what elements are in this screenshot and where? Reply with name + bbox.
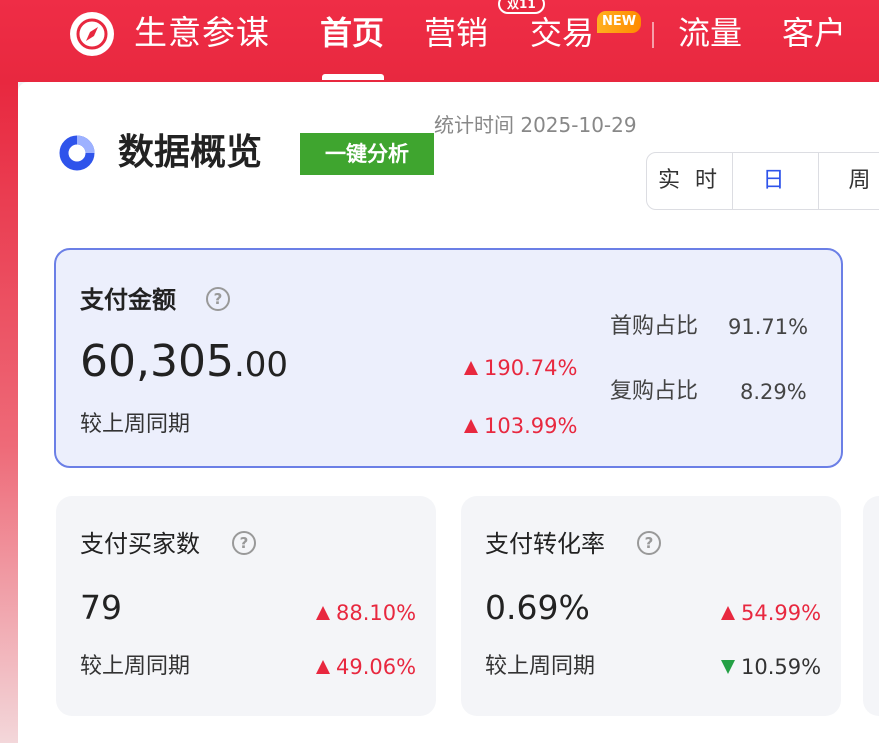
buyers-trend-week: 49.06% (316, 653, 416, 681)
compass-logo-icon (70, 12, 114, 56)
conversion-trend-day: 54.99% (721, 599, 821, 627)
repeat-purchase-value: 8.29% (740, 380, 807, 404)
period-day[interactable]: 日 (733, 153, 819, 209)
conversion-card[interactable]: 支付转化率 ? 0.69% 54.99% 较上周同期 10.59% (461, 496, 841, 716)
conversion-trend-week: 10.59% (721, 653, 821, 681)
one-click-analyze-button[interactable]: 一键分析 (300, 133, 434, 175)
payment-amount-label: 支付金额 (80, 286, 176, 314)
nav-traffic[interactable]: 流量 (678, 10, 742, 56)
buyers-card[interactable]: 支付买家数 ? 79 88.10% 较上周同期 49.06% (56, 496, 436, 716)
top-navigation-bar: 生意参谋 首页 营销 双11 交易 NEW 流量 客户 (0, 0, 879, 82)
trend-up-icon (464, 419, 478, 433)
first-purchase-label: 首购占比 (610, 314, 699, 339)
buyers-label: 支付买家数 (80, 530, 200, 558)
conversion-label: 支付转化率 (485, 530, 605, 558)
nav-customers[interactable]: 客户 (782, 10, 846, 56)
period-selector: 实 时 日 周 (646, 152, 879, 210)
trend-up-icon (464, 361, 478, 375)
buyers-value: 79 (80, 588, 122, 627)
app-name: 生意参谋 (134, 13, 270, 52)
payment-amount-card[interactable]: 支付金额 ? 60,305.00 190.74% 较上周同期 103.99% 首… (54, 248, 843, 468)
left-edge-decoration (0, 82, 18, 743)
data-overview-icon (59, 135, 95, 171)
nav-home[interactable]: 首页 (320, 10, 384, 56)
first-purchase-value: 91.71% (728, 315, 809, 339)
compare-label: 较上周同期 (485, 654, 596, 679)
next-card-edge (863, 496, 879, 716)
help-icon[interactable]: ? (206, 287, 230, 311)
compare-label: 较上周同期 (80, 654, 191, 679)
period-realtime[interactable]: 实 时 (647, 153, 733, 209)
repeat-purchase-label: 复购占比 (610, 379, 699, 404)
period-week[interactable]: 周 (819, 153, 879, 209)
buyers-trend-day: 88.10% (316, 599, 416, 627)
trend-up-icon (316, 660, 330, 674)
new-badge: NEW (597, 11, 642, 33)
help-icon[interactable]: ? (637, 531, 661, 555)
nav-divider (652, 22, 654, 48)
stat-time: 统计时间 2025-10-29 (434, 113, 637, 137)
trend-up-icon (721, 606, 735, 620)
help-icon[interactable]: ? (232, 531, 256, 555)
trend-down-icon (721, 660, 735, 674)
compare-label: 较上周同期 (80, 412, 191, 437)
nav-active-indicator (322, 74, 384, 80)
nav-marketing[interactable]: 营销 (424, 10, 488, 56)
payment-amount-value: 60,305.00 (80, 336, 289, 387)
payment-amount-trend-day: 190.74% (464, 354, 577, 382)
nav-trade[interactable]: 交易 (530, 10, 594, 56)
section-title: 数据概览 (118, 132, 263, 173)
conversion-value: 0.69% (485, 588, 590, 627)
trend-up-icon (316, 606, 330, 620)
payment-amount-trend-week: 103.99% (464, 412, 577, 440)
